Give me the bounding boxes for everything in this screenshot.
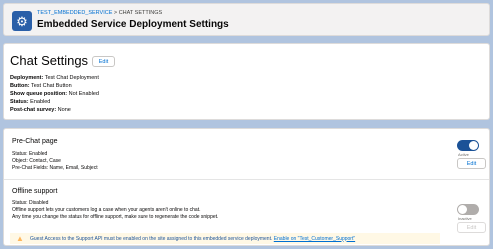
section-divider — [4, 179, 489, 180]
warning-icon: ▲ — [16, 233, 24, 243]
breadcrumb-link-embedded-service[interactable]: TEST_EMBEDDED_SERVICE — [37, 10, 112, 16]
enable-site-link[interactable]: Enable on "Test_Customer_Support" — [274, 236, 355, 242]
field-status: Status: Enabled — [10, 99, 51, 105]
offline-toggle-label: Inactive — [458, 216, 472, 221]
field-deployment: Deployment: Test Chat Deployment — [10, 75, 99, 81]
pre-chat-edit-button[interactable]: Edit — [457, 158, 486, 169]
breadcrumb: TEST_EMBEDDED_SERVICE > CHAT SETTINGS — [37, 10, 162, 16]
pre-chat-toggle-label: Active — [458, 152, 469, 157]
offline-description-1: Offline support lets your customers log … — [12, 207, 201, 213]
pre-chat-toggle[interactable] — [457, 140, 479, 151]
page-header: ⚙ TEST_EMBEDDED_SERVICE > CHAT SETTINGS … — [3, 3, 490, 36]
pre-chat-title: Pre-Chat page — [12, 138, 58, 145]
toggle-knob — [458, 205, 467, 214]
field-queue-position: Show queue position: Not Enabled — [10, 91, 99, 97]
offline-status: Status: Disabled — [12, 200, 49, 206]
pre-chat-fields: Pre-Chat Fields: Name, Email, Subject — [12, 165, 98, 171]
page-title: Embedded Service Deployment Settings — [37, 19, 229, 30]
gear-icon: ⚙ — [12, 11, 32, 31]
field-post-chat-survey: Post-chat survey: None — [10, 107, 71, 113]
offline-toggle[interactable] — [457, 204, 479, 215]
offline-edit-button: Edit — [457, 222, 486, 233]
breadcrumb-current: CHAT SETTINGS — [118, 10, 163, 16]
warning-text: Guest Access to the Support API must be … — [30, 235, 273, 242]
offline-description-2: Any time you change the status for offli… — [12, 214, 219, 220]
chat-settings-title: Chat Settings — [10, 53, 89, 68]
pre-chat-status: Status: Enabled — [12, 151, 48, 157]
pre-chat-object: Object: Contact, Case — [12, 158, 61, 164]
field-button: Button: Test Chat Button — [10, 83, 72, 89]
chat-settings-card: Chat Settings Edit Deployment: Test Chat… — [3, 43, 490, 120]
toggle-knob — [469, 141, 478, 150]
chat-settings-edit-button[interactable]: Edit — [92, 56, 115, 67]
features-card: Pre-Chat page Status: Enabled Object: Co… — [3, 128, 490, 246]
offline-support-title: Offline support — [12, 188, 58, 195]
warning-banner: ▲ Guest Access to the Support API must b… — [10, 233, 440, 244]
